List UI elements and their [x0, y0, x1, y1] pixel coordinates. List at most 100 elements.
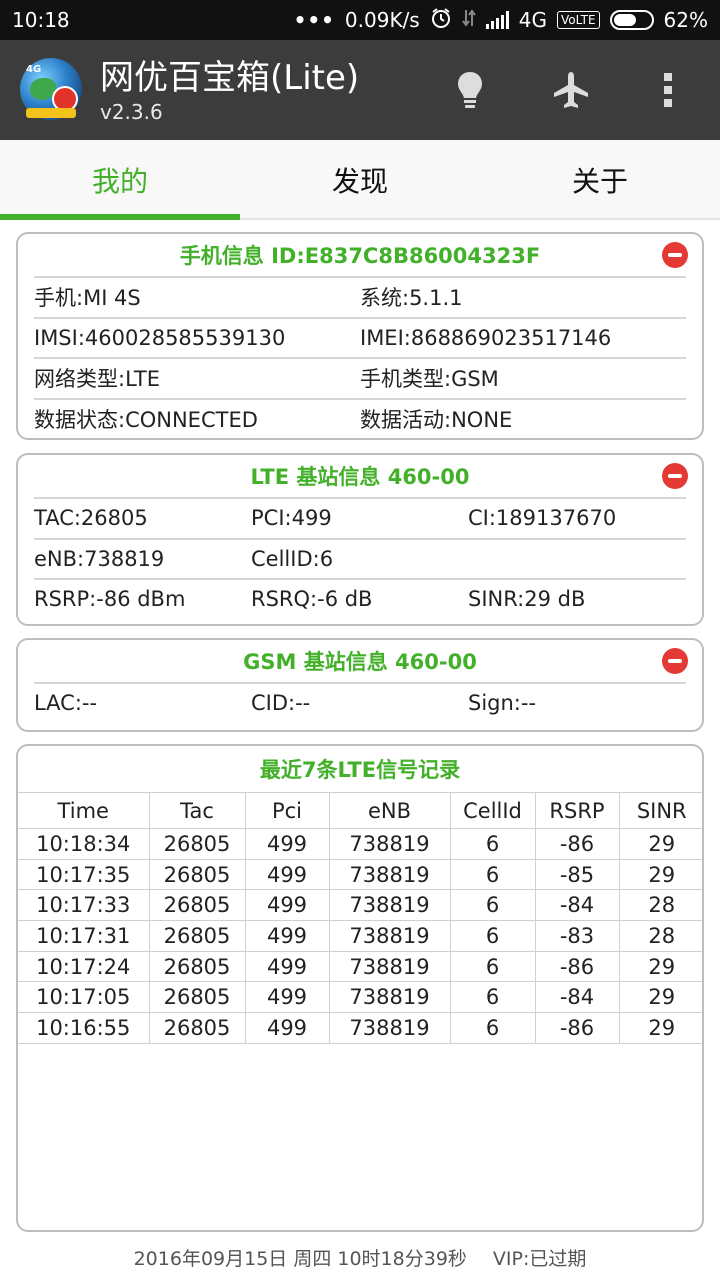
- battery-icon: [609, 10, 654, 30]
- volte-badge: VoLTE: [556, 11, 600, 29]
- column-header-rsrp: RSRP: [534, 792, 620, 829]
- lte-records-title: 最近7条LTE信号记录: [259, 758, 461, 782]
- close-phone-info-button[interactable]: [662, 242, 688, 268]
- record-pci: 499: [244, 858, 330, 891]
- lte-records-body: 10:18:34 26805 499 738819 6 -86 29 10:17:35 2680…: [18, 828, 702, 1044]
- phone-info-card: 手机信息 ID:E837C8B86004323F 手机:MI 4S 系统:5.1…: [16, 232, 704, 440]
- close-gsm-info-button[interactable]: [662, 648, 688, 674]
- phone-type: 手机类型:GSM: [360, 367, 499, 392]
- status-time: 10:18: [12, 8, 70, 32]
- signal-icon: [485, 11, 509, 29]
- imsi: IMSI:460028585539130: [34, 325, 286, 350]
- more-vert-icon[interactable]: [646, 68, 690, 112]
- tab-indicator: [0, 214, 240, 220]
- record-sinr: 29: [618, 950, 702, 983]
- rsrp: RSRP:-86 dBm: [34, 587, 186, 611]
- record-pci: 499: [244, 920, 330, 952]
- tab-discover[interactable]: 发现: [240, 140, 480, 220]
- pci: PCI:499: [251, 506, 332, 531]
- footer-datetime: 2016年09月15日 周四 10时18分39秒: [133, 1247, 467, 1270]
- airplane-icon[interactable]: [549, 68, 593, 112]
- record-rsrp: -86: [534, 1012, 620, 1044]
- table-row: 10:17:24 26805 499 738819 6 -86 29: [18, 950, 702, 983]
- record-sinr: 29: [618, 981, 702, 1014]
- table-row: 10:17:31 26805 499 738819 6 -83 28: [18, 920, 702, 952]
- app-logo: 4G: [20, 58, 82, 120]
- cid: CID:--: [251, 691, 311, 715]
- column-header-time: Time: [18, 792, 150, 829]
- record-rsrp: -83: [534, 920, 620, 952]
- tab-about[interactable]: 关于: [480, 140, 720, 220]
- column-header-enb: eNB: [328, 792, 451, 829]
- tac: TAC:26805: [34, 506, 148, 531]
- info-row: LAC:-- CID:-- Sign:--: [34, 682, 686, 722]
- record-enb: 738819: [328, 920, 451, 952]
- record-enb: 738819: [328, 981, 451, 1014]
- record-enb: 738819: [328, 858, 451, 891]
- record-enb: 738819: [328, 950, 451, 983]
- record-cellid: 6: [449, 828, 536, 860]
- os-version: 系统:5.1.1: [360, 286, 463, 311]
- info-row: RSRP:-86 dBm RSRQ:-6 dB SINR:29 dB: [34, 578, 686, 618]
- record-tac: 26805: [148, 1012, 246, 1044]
- record-sinr: 28: [618, 889, 702, 922]
- close-lte-info-button[interactable]: [662, 463, 688, 489]
- record-time: 10:17:24: [18, 950, 150, 983]
- info-row: IMSI:460028585539130 IMEI:86886902351714…: [34, 316, 686, 358]
- record-time: 10:18:34: [18, 828, 150, 860]
- record-sinr: 28: [618, 920, 702, 952]
- record-time: 10:17:33: [18, 889, 150, 922]
- gsm-info-card: GSM 基站信息 460-00 LAC:-- CID:-- Sign:--: [16, 638, 704, 732]
- record-sinr: 29: [618, 858, 702, 891]
- record-time: 10:17:31: [18, 920, 150, 952]
- info-row: 数据状态:CONNECTED 数据活动:NONE: [34, 397, 686, 438]
- vip-status[interactable]: VIP:已过期: [493, 1244, 586, 1271]
- record-enb: 738819: [328, 1012, 451, 1044]
- record-cellid: 6: [449, 858, 536, 891]
- record-tac: 26805: [148, 920, 246, 952]
- imei: IMEI:868869023517146: [360, 325, 612, 350]
- lte-info-body: TAC:26805 PCI:499 CI:189137670 eNB:73881…: [34, 497, 686, 618]
- column-header-cellid: CellId: [449, 792, 536, 829]
- info-row: 网络类型:LTE 手机类型:GSM: [34, 357, 686, 398]
- data-transfer-icon: [461, 8, 476, 33]
- record-tac: 26805: [148, 828, 246, 860]
- sinr: SINR:29 dB: [468, 587, 586, 611]
- column-header-sinr: SINR: [618, 792, 702, 829]
- record-time: 10:16:55: [18, 1012, 150, 1044]
- table-row: 10:17:05 26805 499 738819 6 -84 29: [18, 981, 702, 1014]
- lightbulb-icon[interactable]: [448, 68, 492, 112]
- record-rsrp: -84: [534, 981, 620, 1014]
- app-version: v2.3.6: [100, 100, 163, 124]
- record-time: 10:17:05: [18, 981, 150, 1014]
- record-rsrp: -86: [534, 828, 620, 860]
- lte-records-card: 最近7条LTE信号记录 Time Tac Pci eNB CellId RSRP…: [16, 744, 704, 1232]
- battery-percent: 62%: [663, 8, 708, 32]
- table-header-row: Time Tac Pci eNB CellId RSRP SINR: [18, 792, 702, 829]
- gsm-info-title: GSM 基站信息 460-00: [18, 640, 702, 682]
- table-row: 10:17:33 26805 499 738819 6 -84 28: [18, 889, 702, 922]
- record-cellid: 6: [449, 1012, 536, 1044]
- tab-mine[interactable]: 我的: [0, 140, 240, 220]
- record-pci: 499: [244, 828, 330, 860]
- record-time: 10:17:35: [18, 858, 150, 891]
- info-row: 手机:MI 4S 系统:5.1.1: [34, 276, 686, 317]
- record-enb: 738819: [328, 828, 451, 860]
- phone-info-title: 手机信息 ID:E837C8B86004323F: [18, 234, 702, 276]
- record-rsrp: -86: [534, 950, 620, 983]
- cell-id: CellID:6: [251, 546, 334, 571]
- table-row: 10:17:35 26805 499 738819 6 -85 29: [18, 858, 702, 891]
- table-row: 10:16:55 26805 499 738819 6 -86 29: [18, 1012, 702, 1044]
- record-pci: 499: [244, 1012, 330, 1044]
- record-pci: 499: [244, 950, 330, 983]
- record-sinr: 29: [618, 1012, 702, 1044]
- app-title: 网优百宝箱(Lite): [100, 58, 360, 98]
- record-sinr: 29: [618, 828, 702, 860]
- record-pci: 499: [244, 889, 330, 922]
- sign: Sign:--: [468, 691, 537, 715]
- record-enb: 738819: [328, 889, 451, 922]
- lte-records-table: Time Tac Pci eNB CellId RSRP SINR 10:18:…: [18, 792, 702, 1044]
- record-cellid: 6: [449, 981, 536, 1014]
- network-type: 4G: [518, 8, 547, 32]
- record-rsrp: -84: [534, 889, 620, 922]
